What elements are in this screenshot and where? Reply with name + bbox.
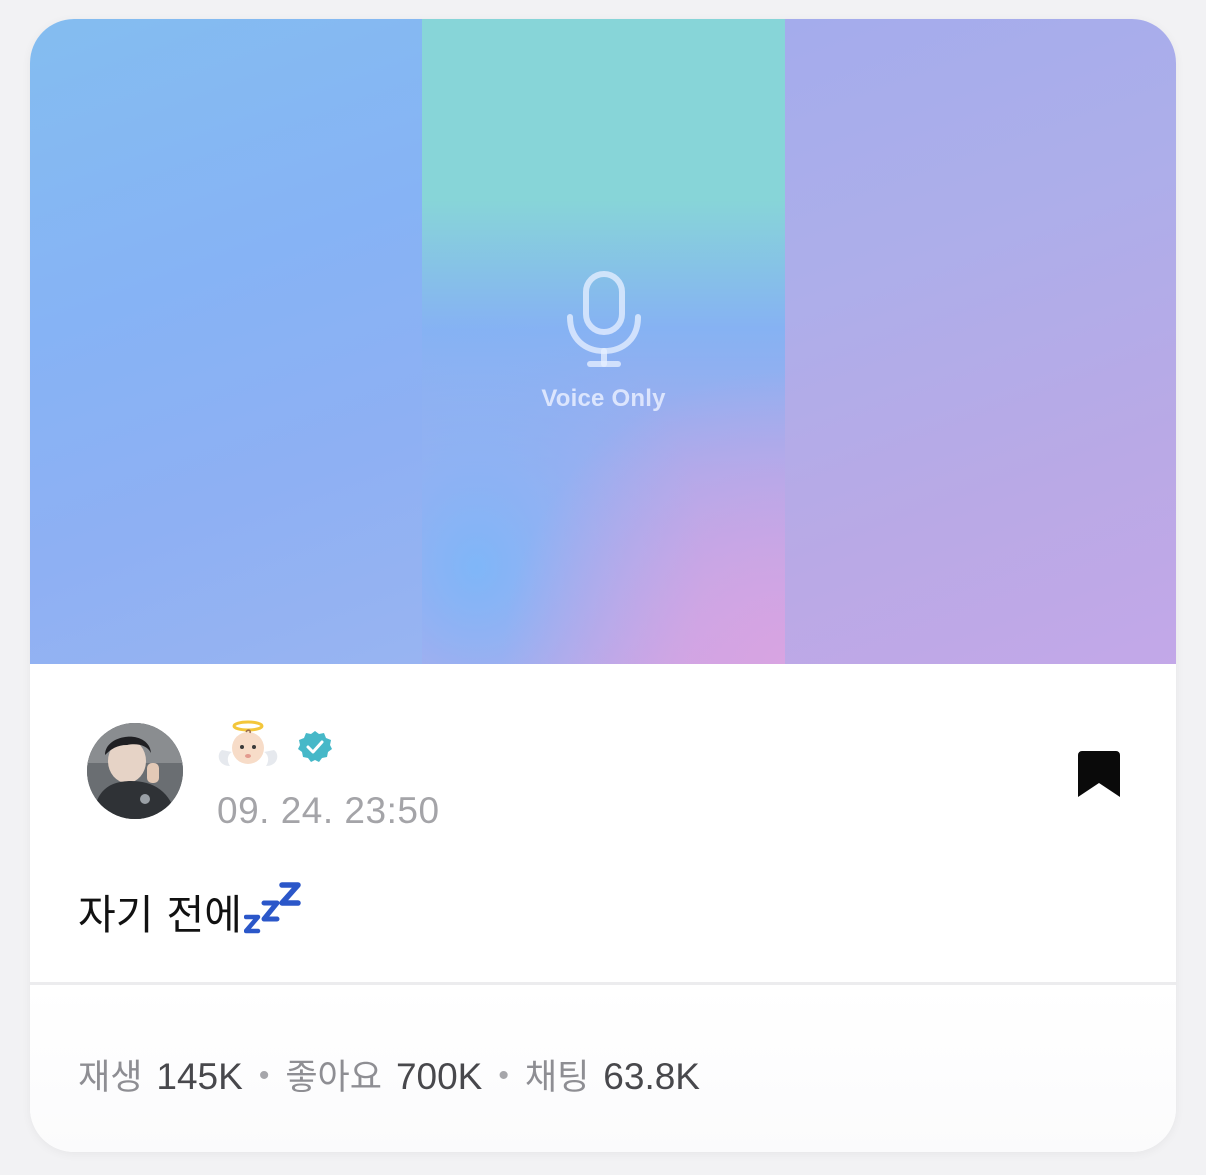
microphone-icon — [566, 271, 641, 367]
stat-separator: • — [258, 1059, 270, 1092]
chats-label: 채팅 — [524, 1058, 590, 1098]
media-panel-right — [785, 19, 1176, 664]
media-preview[interactable]: Voice Only — [30, 19, 1176, 664]
likes-count: 700K — [395, 1056, 483, 1097]
plays-count: 145K — [156, 1056, 243, 1097]
post-text: 자기 전에 — [78, 879, 304, 941]
chats-count: 63.8K — [603, 1056, 700, 1097]
post-timestamp: 09. 24. 23:50 — [217, 790, 440, 831]
likes-label: 좋아요 — [285, 1058, 382, 1098]
avatar-photo — [87, 723, 183, 819]
post-stats-area: 재생 145K • 좋아요 700K • 채팅 63.8K — [30, 985, 1176, 1152]
post-card[interactable]: Voice Only 09. 24. 23:50 자기 전에 재생 145K •… — [30, 19, 1176, 1152]
bookmark-icon — [1078, 751, 1120, 797]
baby-angel-emoji-icon — [218, 720, 278, 766]
post-stats: 재생 145K • 좋아요 700K • 채팅 63.8K — [78, 1049, 700, 1100]
media-panel-left — [30, 19, 422, 664]
stat-separator: • — [498, 1059, 509, 1092]
voice-only-indicator: Voice Only — [422, 269, 785, 413]
verified-badge-icon — [298, 731, 332, 762]
bookmark-button[interactable] — [1070, 744, 1122, 804]
voice-only-label: Voice Only — [541, 385, 666, 412]
avatar[interactable] — [87, 723, 183, 819]
zzz-icon — [243, 882, 301, 934]
plays-label: 재생 — [78, 1058, 143, 1098]
post-info: 09. 24. 23:50 자기 전에 — [30, 664, 1176, 982]
post-text-content: 자기 전에 — [78, 891, 242, 939]
